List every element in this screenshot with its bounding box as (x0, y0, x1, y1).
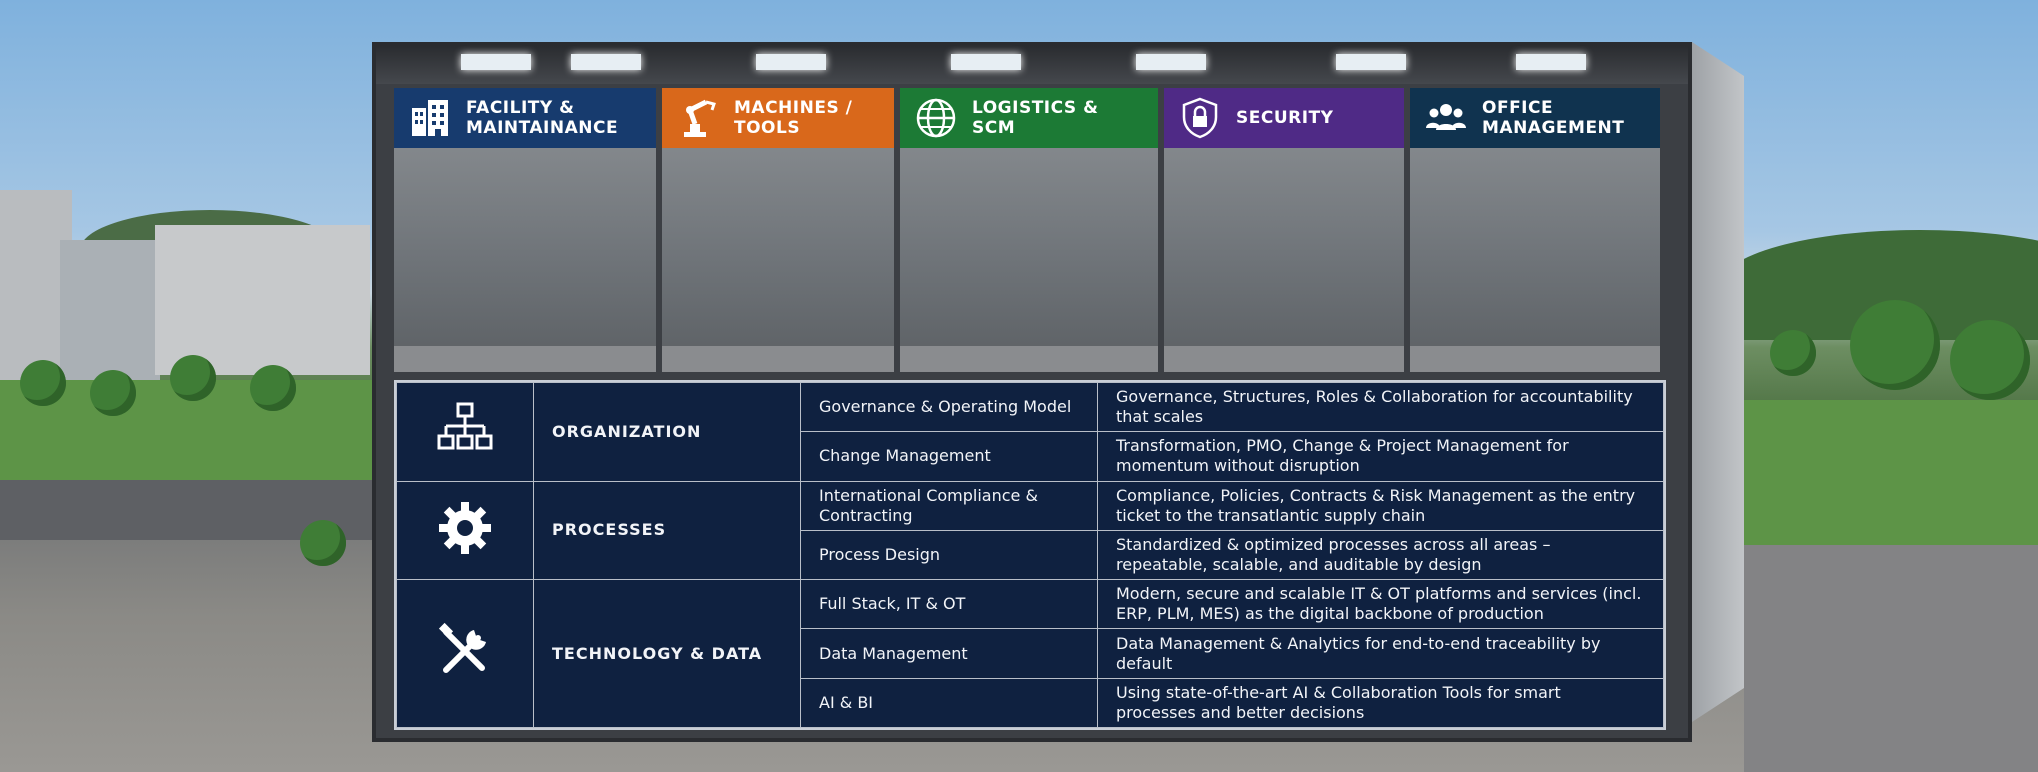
topic-cell: Full Stack, IT & OT (800, 579, 1098, 630)
bay-label: MACHINES / TOOLS (734, 98, 853, 138)
robot-arm-icon (684, 99, 716, 137)
category-name: ORGANIZATION (533, 382, 801, 482)
bay-machines: MACHINES / TOOLS (662, 88, 894, 372)
bay-label: LOGISTICS & SCM (972, 98, 1099, 138)
category-icon-cell (396, 480, 534, 581)
tree (90, 370, 136, 416)
tree (250, 365, 296, 411)
bay-header-machines: MACHINES / TOOLS (662, 88, 894, 148)
building-side-wall (1692, 42, 1744, 722)
left-building-2 (60, 240, 160, 380)
bay-header-facility: FACILITY & MAINTAINANCE (394, 88, 656, 148)
skylight (571, 54, 641, 70)
topic-cell: Data Management (800, 628, 1098, 679)
tree (1950, 320, 2030, 400)
bay-floor (900, 346, 1158, 372)
left-building-3 (155, 225, 370, 375)
department-bays: FACILITY & MAINTAINANCE MACHINES / TOOLS (394, 88, 1666, 372)
bay-floor (662, 346, 894, 372)
bay-security: SECURITY (1164, 88, 1404, 372)
skylight (756, 54, 826, 70)
capability-table: ORGANIZATION Governance & Operating Mode… (396, 381, 1664, 729)
bay-label: SECURITY (1236, 108, 1334, 128)
topic-cell: AI & BI (800, 677, 1098, 729)
tree (170, 355, 216, 401)
skylight (1136, 54, 1206, 70)
topic-cell: International Compliance & Contracting (800, 480, 1098, 531)
topic-cell: Governance & Operating Model (800, 381, 1098, 433)
category-name: PROCESSES (533, 480, 801, 581)
skylight (461, 54, 531, 70)
org-chart-icon (437, 402, 493, 450)
category-icon-cell (396, 382, 534, 482)
tree (20, 360, 66, 406)
bay-floor (394, 346, 656, 372)
capability-matrix: ORGANIZATION Governance & Operating Mode… (394, 380, 1666, 730)
topic-cell: Process Design (800, 529, 1098, 581)
bay-logistics: LOGISTICS & SCM (900, 88, 1158, 372)
description-cell: Transformation, PMO, Change & Project Ma… (1097, 431, 1664, 482)
table-row: PROCESSES International Compliance & Con… (396, 480, 1664, 581)
lawn-right (1744, 400, 2038, 560)
category-name: TECHNOLOGY & DATA (533, 579, 801, 728)
bay-floor (1410, 346, 1660, 372)
description-cell: Compliance, Policies, Contracts & Risk M… (1097, 480, 1664, 531)
building-icon (412, 100, 448, 136)
scene: FACILITY & MAINTAINANCE MACHINES / TOOLS (0, 0, 2038, 772)
skylight (1516, 54, 1586, 70)
bay-floor (1164, 346, 1404, 372)
description-cell: Modern, secure and scalable IT & OT plat… (1097, 579, 1664, 630)
skylight (951, 54, 1021, 70)
bay-header-logistics: LOGISTICS & SCM (900, 88, 1158, 148)
topic-cell: Change Management (800, 431, 1098, 482)
bay-label: OFFICE MANAGEMENT (1482, 98, 1625, 138)
category-icon-cell (396, 579, 534, 728)
bay-facility: FACILITY & MAINTAINANCE (394, 88, 656, 372)
description-cell: Standardized & optimized processes acros… (1097, 529, 1664, 581)
description-cell: Data Management & Analytics for end-to-e… (1097, 628, 1664, 679)
tree (300, 520, 346, 566)
globe-icon (916, 98, 956, 138)
tree (1850, 300, 1940, 390)
table-row: ORGANIZATION Governance & Operating Mode… (396, 381, 1664, 482)
description-cell: Using state-of-the-art AI & Collaboratio… (1097, 677, 1664, 729)
shield-lock-icon (1182, 97, 1218, 139)
description-cell: Governance, Structures, Roles & Collabor… (1097, 381, 1664, 433)
skylight (1336, 54, 1406, 70)
factory-building: FACILITY & MAINTAINANCE MACHINES / TOOLS (372, 42, 1692, 742)
tools-icon (438, 622, 486, 674)
bay-label: FACILITY & MAINTAINANCE (466, 98, 619, 138)
bay-header-security: SECURITY (1164, 88, 1404, 148)
table-row: TECHNOLOGY & DATA Full Stack, IT & OT Mo… (396, 579, 1664, 728)
road-right (1744, 545, 2038, 772)
people-icon (1426, 104, 1466, 130)
roof (376, 46, 1688, 84)
bay-header-office: OFFICE MANAGEMENT (1410, 88, 1660, 148)
tree (1770, 330, 1816, 376)
gear-icon (439, 501, 491, 554)
bay-office: OFFICE MANAGEMENT (1410, 88, 1660, 372)
